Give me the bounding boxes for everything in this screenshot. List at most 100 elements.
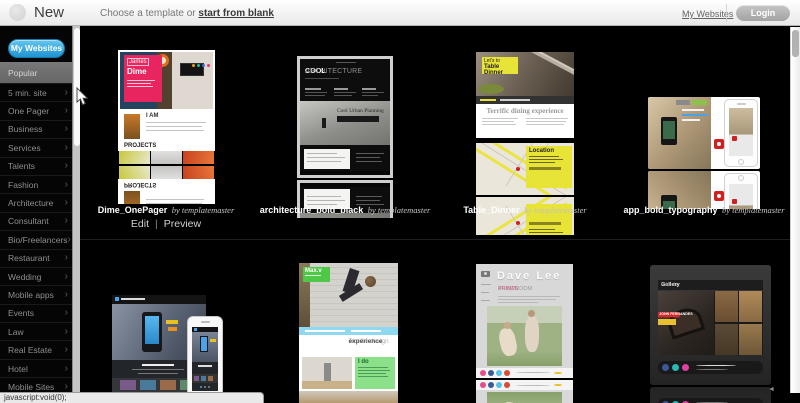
template-thumbnail-dime-onepager[interactable]: James Dime I AM PROJECTS: [118, 166, 215, 204]
sidebar-item-label: Talents: [8, 161, 35, 171]
sidebar-item-label: Popular: [8, 68, 37, 78]
dime-projects-heading: PROJECTS: [124, 143, 156, 149]
edit-link[interactable]: Edit: [131, 218, 149, 230]
arch-photo: Cool Urban Planning: [300, 101, 390, 145]
gallery-tabs: Gallery Info Reach: [658, 280, 763, 290]
template-name[interactable]: architecture_bold_black: [260, 205, 364, 215]
sidebar-item-hotel[interactable]: Hotel: [0, 360, 72, 378]
maxv-badge: Max.v: [303, 267, 330, 282]
sidebar-item-fashion[interactable]: Fashion: [0, 176, 72, 194]
social-dots: [714, 171, 734, 179]
collapse-left-arrow-icon[interactable]: [768, 386, 775, 393]
sidebar-item-events[interactable]: Events: [0, 305, 72, 323]
sidebar-item-talents[interactable]: Talents: [0, 158, 72, 176]
meadow-photo: [487, 392, 562, 403]
hand-phone-screen: [663, 121, 675, 139]
sidebar-scrollbar[interactable]: [72, 26, 80, 403]
map-pin-icon: [516, 167, 520, 171]
figure-2-head: [528, 310, 535, 317]
dime-banner: James Dime: [124, 55, 162, 102]
sidebar-item-label: Events: [8, 308, 34, 318]
sidebar-item-one-pager[interactable]: One Pager: [0, 102, 72, 120]
category-list: Popular 5 min. site One Pager Business S…: [0, 62, 72, 397]
chevron-right-icon: [65, 144, 68, 152]
template-thumbnail-dave-lee[interactable]: Dave Lee PRINTS SHOWROOM: [476, 380, 573, 403]
figure-silhouette: [322, 118, 326, 128]
herbs-graphic: [478, 84, 504, 94]
template-label: Dime_OnePager by templatemaster: [80, 203, 252, 216]
arch-white-panel: [304, 149, 350, 169]
sidebar-item-business[interactable]: Business: [0, 121, 72, 139]
sidebar-item-label: Hotel: [8, 364, 28, 374]
dinner-badge: Let's to Table Dinner: [482, 57, 518, 74]
sidebar-item-label: 5 min. site: [8, 88, 47, 98]
chevron-right-icon: [65, 273, 68, 281]
social-dots: [190, 54, 210, 72]
sidebar-item-architecture[interactable]: Architecture: [0, 194, 72, 212]
template-byline: by templatemaster: [524, 205, 587, 215]
sidebar-item-label: Real Estate: [8, 345, 52, 355]
sidebar-item-real-estate[interactable]: Real Estate: [0, 341, 72, 359]
template-thumbnail-john-fernandes[interactable]: Gallery Info Reach JOHN FERNANDES: [650, 265, 771, 385]
template-thumbnail-dime-onepager[interactable]: James Dime I AM PROJECTS: [118, 50, 215, 164]
template-thumbnail-dime-onepager-reflection: James Dime I AM PROJECTS: [118, 166, 215, 204]
login-button[interactable]: Login: [736, 5, 790, 21]
logo-circle-icon[interactable]: [9, 4, 26, 21]
bottom-photo-strip: [299, 391, 398, 403]
template-byline: by templatemaster: [722, 205, 785, 215]
ball-graphic: [365, 276, 376, 287]
arch-caption: Cool Urban Planning: [337, 108, 384, 114]
template-thumbnail-architecture-bold-black[interactable]: COOLARCHITECTURE Cool Urban Planning: [297, 56, 393, 178]
main-scrollbar[interactable]: [790, 27, 800, 393]
template-thumbnail-maxv[interactable]: Max.v Terrific design experience I do: [299, 263, 398, 403]
yellow-tag: [166, 320, 178, 324]
collage-photo: [739, 324, 762, 355]
sidebar-my-websites-button[interactable]: My Websites: [8, 39, 65, 58]
template-name[interactable]: Table_Dinner: [463, 205, 519, 215]
chevron-right-icon: [65, 89, 68, 97]
sidebar-item-bio-freelancers[interactable]: Bio/Freelancers: [0, 231, 72, 249]
row-divider: [80, 239, 790, 240]
footer-social-strip: [476, 368, 573, 378]
template-thumbnail-app-bold-typography[interactable]: [648, 97, 760, 169]
sidebar-item-wedding[interactable]: Wedding: [0, 268, 72, 286]
sidebar-item-services[interactable]: Services: [0, 139, 72, 157]
figure-1-head: [504, 322, 511, 329]
dinner-badge-name: Table Dinner: [484, 64, 516, 76]
dinner-main-section: Let's to Table Dinner Terrific dining ex…: [476, 52, 574, 138]
main-scrollbar-thumb[interactable]: [792, 30, 799, 57]
sidebar-item-label: Business: [8, 124, 43, 134]
iphone-mockup: [724, 99, 758, 167]
chevron-right-icon: [65, 291, 68, 299]
contact-strip: [299, 327, 398, 335]
template-thumbnail-john-fernandes[interactable]: Gallery Info Reach JOHN FERNANDES: [650, 387, 771, 403]
chevron-right-icon: [65, 365, 68, 373]
sidebar-item-law[interactable]: Law: [0, 323, 72, 341]
about-photo: [124, 114, 140, 139]
sidebar-item-popular[interactable]: Popular: [0, 62, 72, 84]
template-label: app_bold_typography by templatemaster: [618, 203, 790, 216]
template-name[interactable]: app_bold_typography: [623, 205, 717, 215]
figure-1: [497, 327, 518, 358]
preview-link[interactable]: Preview: [164, 218, 201, 230]
start-from-blank-link[interactable]: start from blank: [198, 8, 274, 19]
dinner-headline: Terrific dining experience: [476, 107, 574, 115]
template-label: architecture_bold_black by templatemaste…: [259, 203, 431, 216]
template-name[interactable]: Dime_OnePager: [98, 205, 168, 215]
sidebar-item-consultant[interactable]: Consultant: [0, 213, 72, 231]
phone-screen-blue: [145, 316, 159, 344]
template-thumbnail-table-dinner[interactable]: Let's to Table Dinner Terrific dining ex…: [476, 52, 574, 195]
tab-reach[interactable]: Reach: [661, 280, 677, 290]
sidebar-item-label: Law: [8, 327, 24, 337]
arch-caption-bar: [337, 116, 379, 122]
iphone-mockup-mobile-app[interactable]: [187, 316, 223, 403]
dime-projects-heading: PROJECTS: [124, 181, 156, 187]
sidebar-item-label: Consultant: [8, 216, 49, 226]
meadow-photo: [487, 306, 562, 366]
sidebar-item-mobile-apps[interactable]: Mobile apps: [0, 286, 72, 304]
template-thumbnail-dave-lee[interactable]: Dave Lee PRINTS SHOWROOM: [476, 264, 573, 378]
sidebar-item-5-min-site[interactable]: 5 min. site: [0, 84, 72, 102]
sidebar-item-restaurant[interactable]: Restaurant: [0, 250, 72, 268]
template-gallery-page: New Choose a template or start from blan…: [0, 0, 800, 403]
template-actions: Edit|Preview: [80, 218, 252, 230]
